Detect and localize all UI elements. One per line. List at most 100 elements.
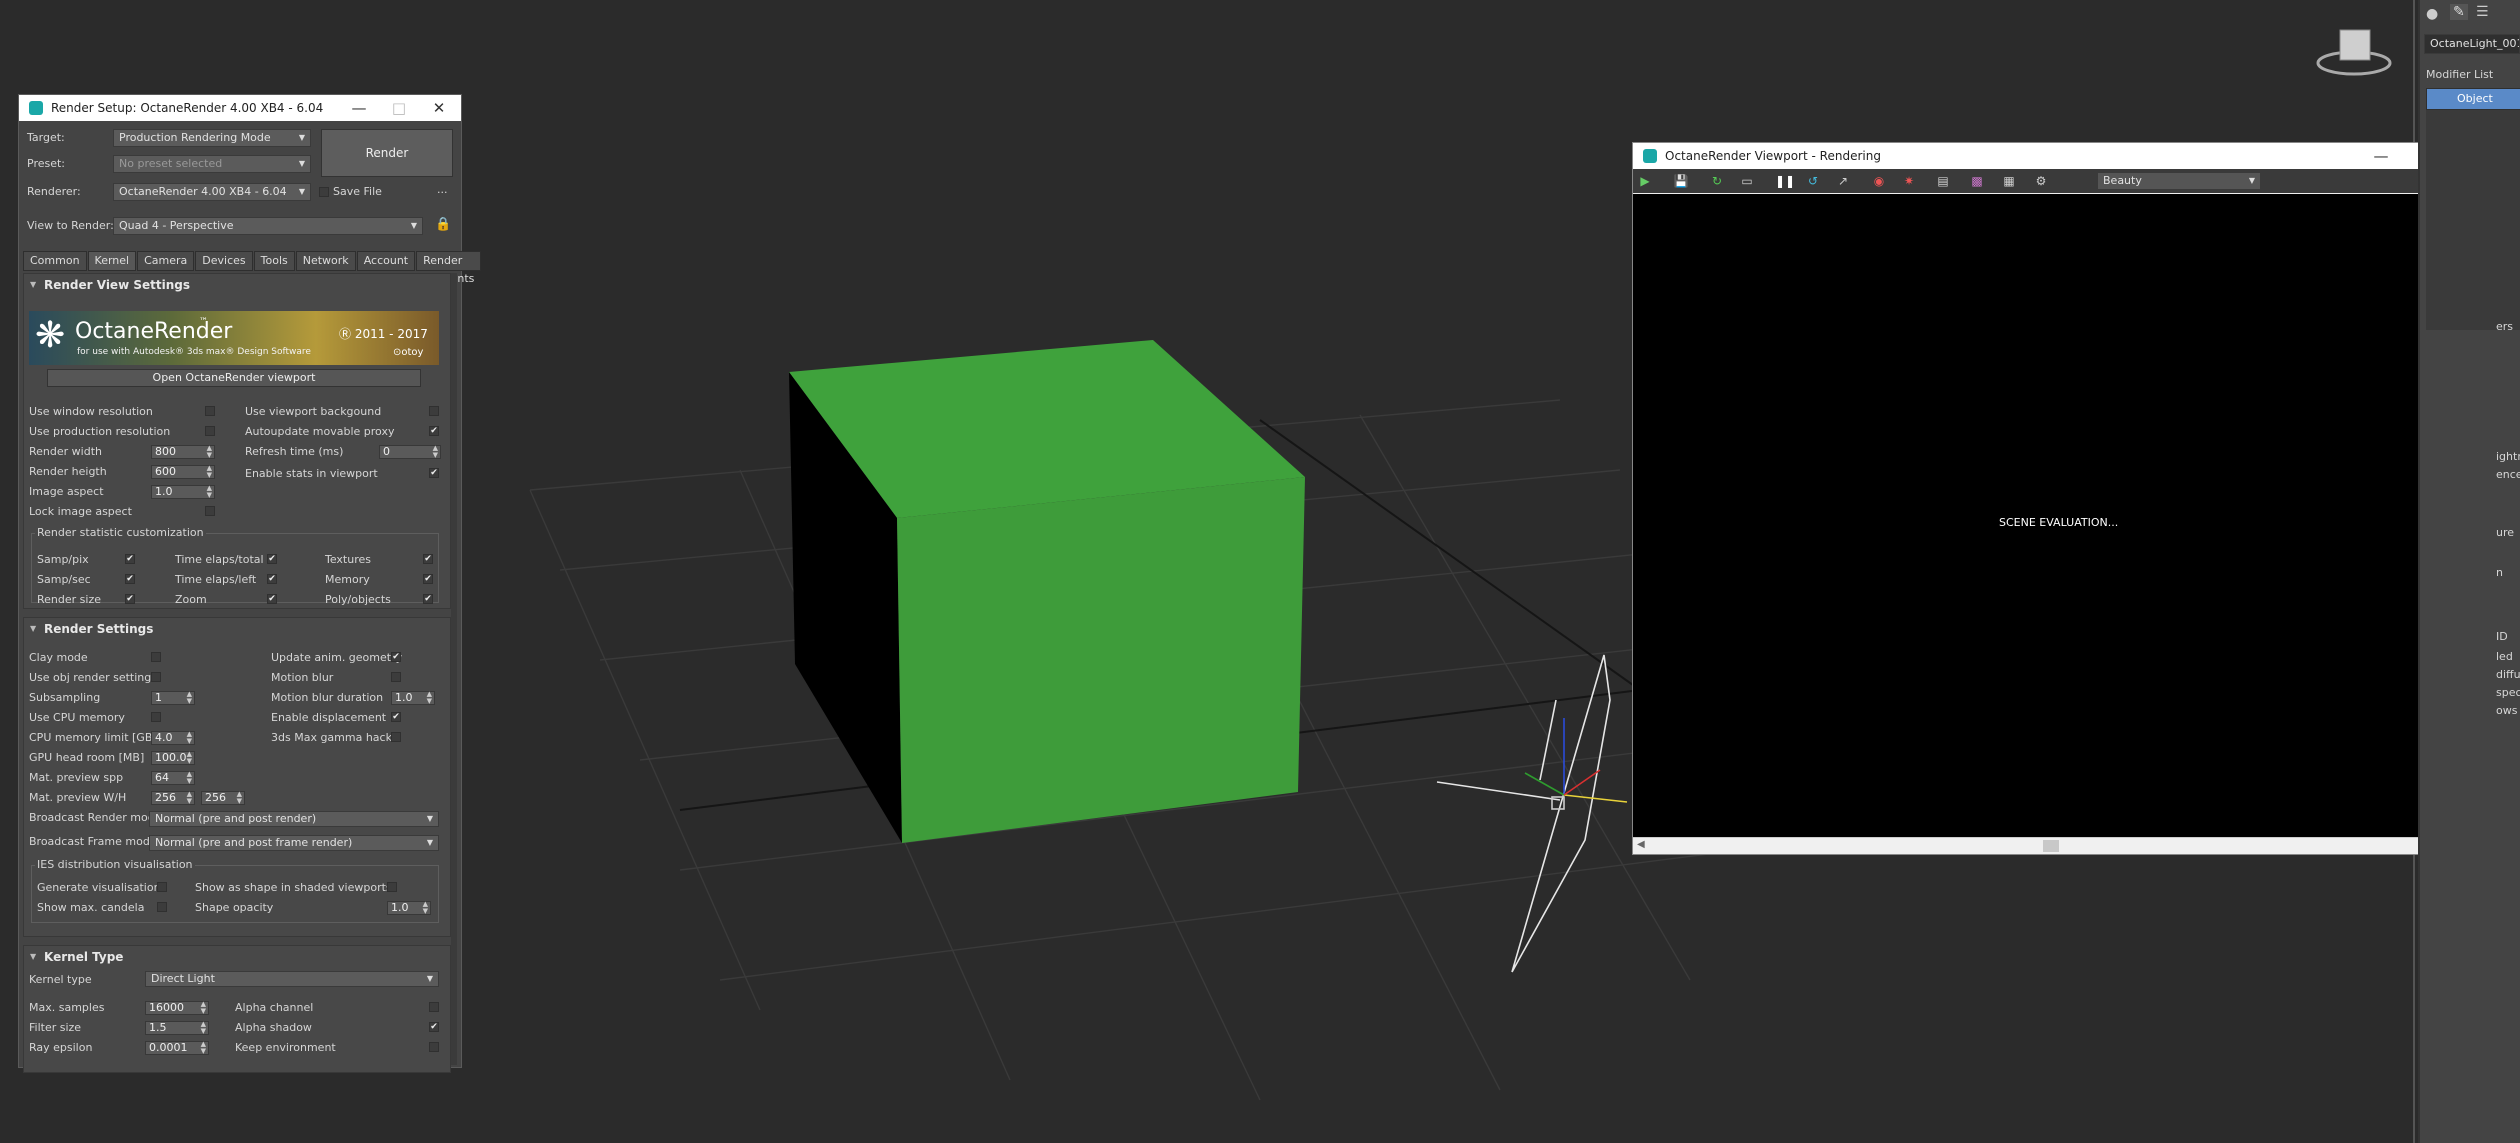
render-settings-header[interactable]: ▼ Render Settings (24, 620, 450, 638)
lock-icon[interactable]: 🔒 (435, 217, 451, 232)
render-button[interactable]: Render (321, 129, 453, 177)
max-samples-spinner[interactable]: 16000 ▲ ▼ (145, 1001, 209, 1015)
use-viewport-background-checkbox[interactable] (429, 406, 439, 416)
tab-common[interactable]: Common (23, 251, 87, 271)
stat-render-size-checkbox[interactable]: ✔ (125, 594, 135, 604)
stat-samp-sec-checkbox[interactable]: ✔ (125, 574, 135, 584)
open-octane-viewport-button[interactable]: Open OctaneRender viewport (47, 369, 421, 387)
refresh-time-spinner[interactable]: 0 ▲ ▼ (379, 445, 441, 459)
use-production-resolution-checkbox[interactable] (205, 426, 215, 436)
image-aspect-spinner[interactable]: 1.0 ▲ ▼ (151, 485, 215, 499)
show-candela-checkbox[interactable] (157, 902, 167, 912)
maximize-button[interactable]: □ (377, 95, 421, 121)
octane-viewport-titlebar[interactable]: OctaneRender Viewport - Rendering — □ ✕ (1633, 143, 2491, 169)
octane-render-canvas[interactable]: SCENE EVALUATION... (1633, 194, 2479, 837)
stat-time-left-checkbox[interactable]: ✔ (267, 574, 277, 584)
modifier-stack[interactable] (2426, 110, 2520, 330)
modify-tab-icon[interactable]: ✎ (2450, 4, 2468, 20)
tab-network[interactable]: Network (295, 251, 356, 271)
pause-icon[interactable]: ❚❚ (1775, 173, 1795, 189)
motion-blur-checkbox[interactable] (391, 672, 401, 682)
tab-camera[interactable]: Camera (137, 251, 195, 271)
create-tab-icon[interactable]: ● (2426, 6, 2438, 22)
region-render-icon[interactable]: ▤ (1935, 173, 1951, 189)
use-window-resolution-checkbox[interactable] (205, 406, 215, 416)
mat-preview-spp-spinner[interactable]: 64 ▲ ▼ (151, 771, 195, 785)
render-width-spinner[interactable]: 800 ▲ ▼ (151, 445, 215, 459)
start-render-icon[interactable]: ▶ (1637, 173, 1653, 189)
horizontal-scrollbar[interactable]: ◀ ▶ (1633, 837, 2479, 854)
zoom-icon[interactable]: ↗ (1835, 173, 1851, 189)
tab-devices[interactable]: Devices (195, 251, 253, 271)
tab-render-elements[interactable]: Render Elements (416, 251, 482, 285)
refresh-icon[interactable]: ↺ (1805, 173, 1821, 189)
kernel-type-header[interactable]: ▼ Kernel Type (24, 948, 450, 966)
minimize-button[interactable]: — (2359, 143, 2403, 169)
show-shape-checkbox[interactable] (387, 882, 397, 892)
stat-poly-objects-checkbox[interactable]: ✔ (423, 594, 433, 604)
scroll-left-icon[interactable]: ◀ (1637, 839, 1645, 850)
gear-icon[interactable]: ⚙ (2033, 173, 2049, 189)
close-button[interactable]: ✕ (417, 95, 461, 121)
kernel-type-dropdown[interactable]: Direct Light ▼ (145, 971, 439, 987)
stat-textures-checkbox[interactable]: ✔ (423, 554, 433, 564)
stat-zoom-checkbox[interactable]: ✔ (267, 594, 277, 604)
gpu-headroom-spinner[interactable]: 100.0 ▲ ▼ (151, 751, 195, 765)
save-file-checkbox[interactable] (319, 187, 329, 197)
target-dropdown[interactable]: Production Rendering Mode ▼ (113, 129, 311, 147)
green-cube[interactable] (789, 340, 1305, 843)
motion-blur-duration-spinner[interactable]: 1.0 ▲ ▼ (391, 691, 435, 705)
stat-time-total-checkbox[interactable]: ✔ (267, 554, 277, 564)
focus-picker-icon[interactable]: ▦ (2001, 173, 2017, 189)
render-pass-dropdown[interactable]: Beauty ▼ (2097, 172, 2261, 190)
use-obj-render-checkbox[interactable] (151, 672, 161, 682)
more-button[interactable]: ... (437, 183, 448, 196)
renderer-dropdown[interactable]: OctaneRender 4.00 XB4 - 6.04 ▼ (113, 183, 311, 201)
mat-preview-w-spinner[interactable]: 256 ▲ ▼ (151, 791, 195, 805)
film-region-icon[interactable]: ▩ (1969, 173, 1985, 189)
clay-mode-icon[interactable]: ✷ (1901, 173, 1917, 189)
object-name-field[interactable]: OctaneLight_001 (2424, 34, 2520, 54)
color-picker-icon[interactable]: ◉ (1871, 173, 1887, 189)
broadcast-render-dropdown[interactable]: Normal (pre and post render) ▼ (149, 811, 439, 827)
stat-samp-pix-checkbox[interactable]: ✔ (125, 554, 135, 564)
stat-memory-checkbox[interactable]: ✔ (423, 574, 433, 584)
generate-vis-checkbox[interactable] (157, 882, 167, 892)
broadcast-frame-dropdown[interactable]: Normal (pre and post frame render) ▼ (149, 835, 439, 851)
use-cpu-memory-checkbox[interactable] (151, 712, 161, 722)
ray-epsilon-spinner[interactable]: 0.0001 ▲ ▼ (145, 1041, 209, 1055)
subsampling-spinner[interactable]: 1 ▲ ▼ (151, 691, 195, 705)
tab-tools[interactable]: Tools (253, 251, 295, 271)
restart-icon[interactable]: ↻ (1709, 173, 1725, 189)
render-setup-scrollbar[interactable] (451, 273, 457, 1065)
mat-preview-h-spinner[interactable]: 256 ▲ ▼ (201, 791, 245, 805)
scroll-thumb[interactable] (2043, 840, 2059, 852)
keep-environment-checkbox[interactable] (429, 1042, 439, 1052)
clay-mode-checkbox[interactable] (151, 652, 161, 662)
render-setup-titlebar[interactable]: Render Setup: OctaneRender 4.00 XB4 - 6.… (19, 95, 461, 121)
lock-icon[interactable]: ▭ (1739, 173, 1755, 189)
view-to-render-dropdown[interactable]: Quad 4 - Perspective ▼ (113, 217, 423, 235)
render-height-spinner[interactable]: 600 ▲ ▼ (151, 465, 215, 479)
modifier-stack-item[interactable]: Object (2426, 88, 2520, 110)
gamma-hack-checkbox[interactable] (391, 732, 401, 742)
tab-kernel[interactable]: Kernel (87, 251, 137, 271)
save-image-icon[interactable]: 💾 (1673, 173, 1689, 189)
alpha-shadow-checkbox[interactable]: ✔ (429, 1022, 439, 1032)
filter-size-spinner[interactable]: 1.5 ▲ ▼ (145, 1021, 209, 1035)
update-anim-checkbox[interactable]: ✔ (391, 652, 401, 662)
alpha-channel-checkbox[interactable] (429, 1002, 439, 1012)
lock-image-aspect-checkbox[interactable] (205, 506, 215, 516)
modifier-list-label[interactable]: Modifier List (2426, 68, 2493, 81)
cpu-memory-limit-spinner[interactable]: 4.0 ▲ ▼ (151, 731, 195, 745)
enable-displacement-checkbox[interactable]: ✔ (391, 712, 401, 722)
shape-opacity-spinner[interactable]: 1.0 ▲ ▼ (387, 901, 431, 915)
collapse-icon: ▼ (30, 280, 37, 289)
enable-stats-checkbox[interactable]: ✔ (429, 468, 439, 478)
autoupdate-proxy-checkbox[interactable]: ✔ (429, 426, 439, 436)
render-view-settings-header[interactable]: ▼ Render View Settings (24, 276, 450, 294)
tab-account[interactable]: Account (356, 251, 416, 271)
preset-dropdown[interactable]: No preset selected ▼ (113, 155, 311, 173)
hierarchy-tab-icon[interactable]: ☰ (2476, 4, 2489, 20)
minimize-button[interactable]: — (337, 95, 381, 121)
